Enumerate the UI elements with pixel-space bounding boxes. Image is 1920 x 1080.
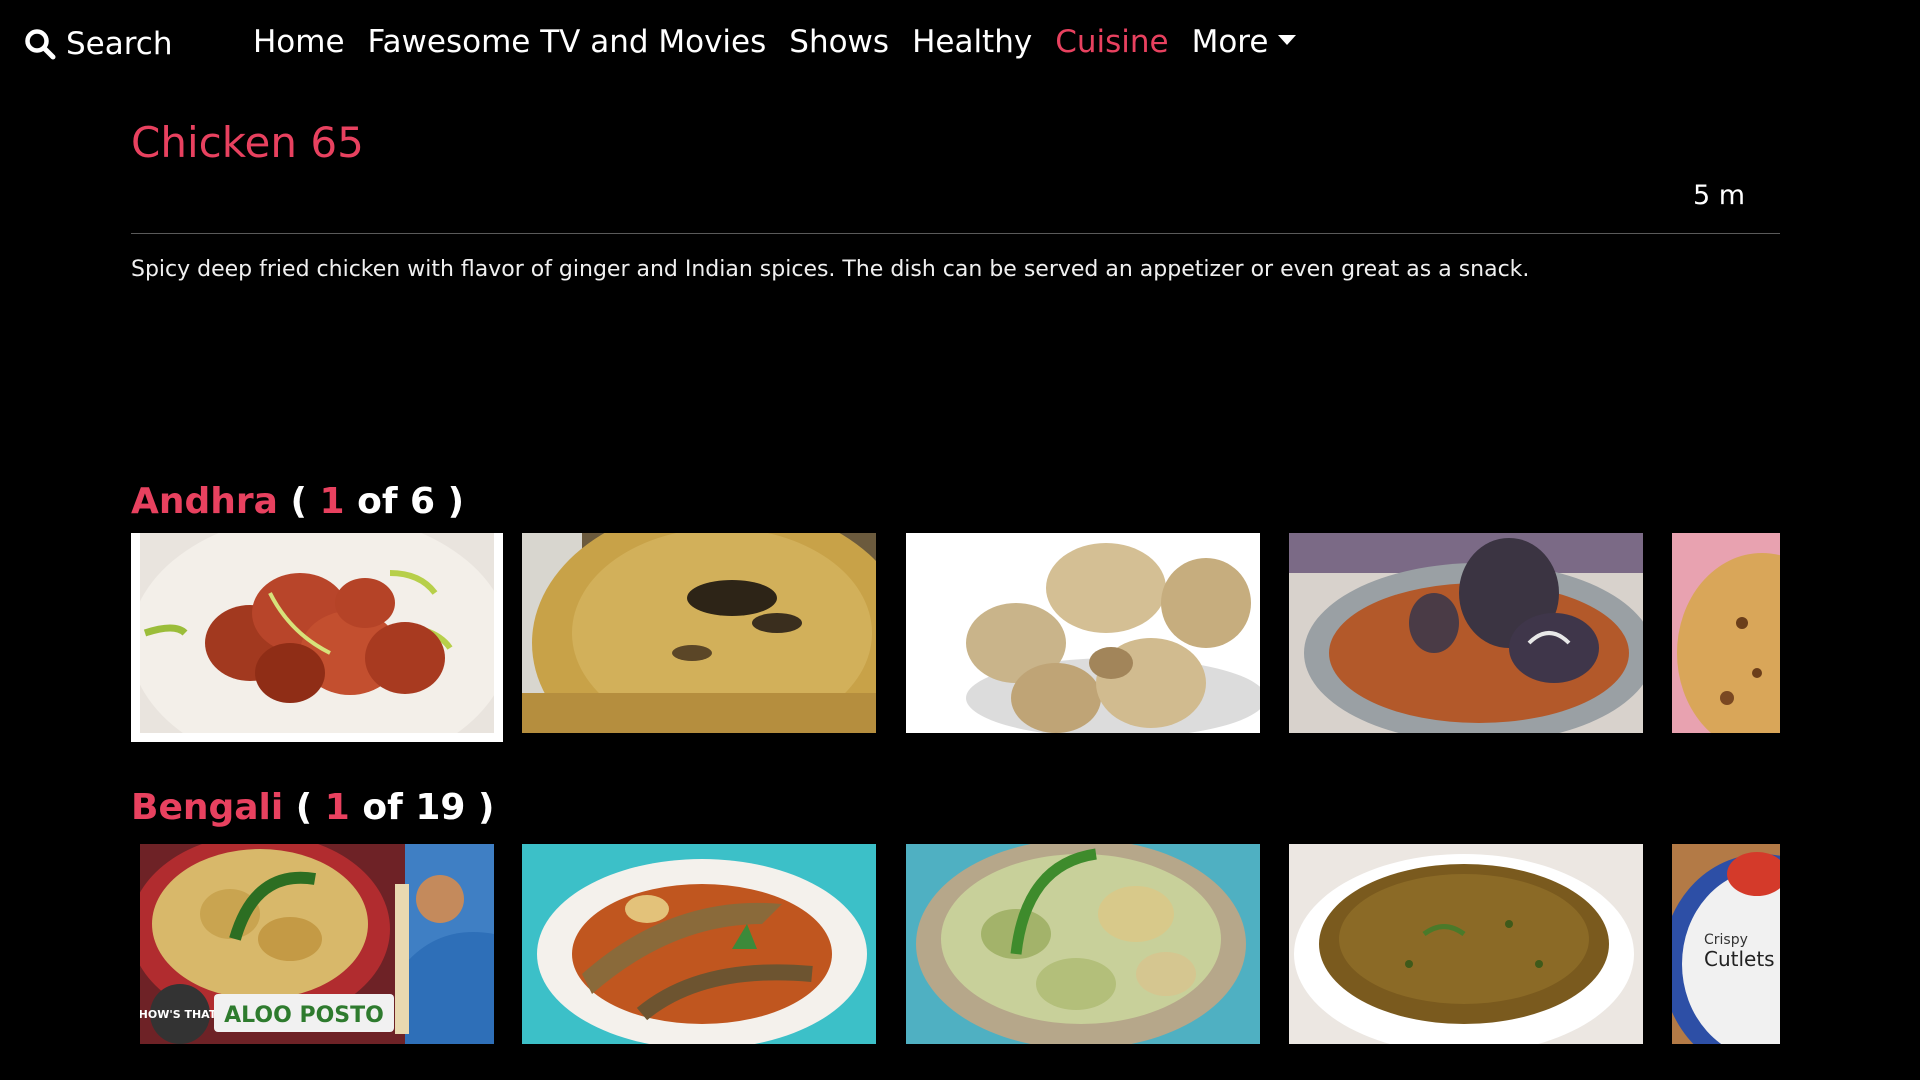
recipe-title: Chicken 65 — [131, 118, 364, 167]
nav-link-fawesome-tv-movies[interactable]: Fawesome TV and Movies — [368, 24, 767, 60]
nav-link-shows[interactable]: Shows — [789, 24, 889, 60]
row-of-total: of 6 — [357, 481, 436, 522]
food-image: Crispy Cutlets — [1672, 844, 1780, 1044]
nav-link-home[interactable]: Home — [253, 24, 345, 60]
row-index: 1 — [324, 787, 350, 828]
thumb-row-andhra — [131, 533, 1780, 743]
recipe-thumbnail[interactable] — [1672, 533, 1780, 733]
recipe-description: Spicy deep fried chicken with flavor of … — [131, 257, 1530, 282]
row-open-paren: ( — [295, 787, 313, 828]
recipe-thumbnail[interactable] — [131, 533, 503, 742]
recipe-thumbnail[interactable]: Crispy Cutlets — [1672, 844, 1780, 1044]
food-image — [906, 844, 1260, 1044]
recipe-thumbnail[interactable] — [1289, 533, 1643, 733]
food-image — [1289, 533, 1643, 733]
food-image — [522, 844, 876, 1044]
recipe-thumbnail[interactable] — [1289, 844, 1643, 1044]
food-image — [1672, 533, 1780, 733]
nav-link-more[interactable]: More — [1192, 24, 1297, 60]
recipe-thumbnail[interactable] — [522, 533, 876, 733]
thumb-badge-text: HOW'S THAT! — [140, 1008, 221, 1021]
thumb-caption-text: ALOO POSTO — [224, 1003, 384, 1028]
food-image — [1289, 844, 1643, 1044]
food-image — [906, 533, 1260, 733]
food-image — [522, 533, 876, 733]
thumb-caption-text: Crispy — [1704, 932, 1748, 948]
food-image: HOW'S THAT! ALOO POSTO — [140, 844, 494, 1044]
row-category: Andhra — [131, 481, 278, 522]
nav-link-more-label: More — [1191, 24, 1269, 60]
food-image — [140, 533, 494, 733]
row-open-paren: ( — [290, 481, 307, 522]
row-category: Bengali — [131, 787, 284, 828]
row-heading-bengali: Bengali ( 1 of 19 ) — [131, 787, 494, 828]
nav-link-cuisine[interactable]: Cuisine — [1055, 24, 1168, 60]
caret-down-icon — [1278, 34, 1297, 45]
recipe-thumbnail[interactable] — [906, 533, 1260, 733]
thumb-caption-text: Cutlets — [1704, 947, 1775, 971]
divider — [131, 233, 1780, 234]
search-button[interactable]: Search — [24, 26, 173, 62]
nav-link-healthy[interactable]: Healthy — [912, 24, 1032, 60]
nav-links: Home Fawesome TV and Movies Shows Health… — [253, 24, 1319, 60]
search-icon — [25, 29, 56, 60]
search-label: Search — [66, 26, 173, 62]
recipe-thumbnail[interactable]: HOW'S THAT! ALOO POSTO — [140, 844, 494, 1044]
recipe-thumbnail[interactable] — [906, 844, 1260, 1044]
row-close-paren: ) — [477, 787, 495, 828]
thumb-row-bengali: HOW'S THAT! ALOO POSTO Crispy Cutlets — [131, 844, 1780, 1054]
row-heading-andhra: Andhra ( 1 of 6 ) — [131, 481, 464, 522]
top-nav: Search Home Fawesome TV and Movies Shows… — [0, 0, 1920, 95]
row-close-paren: ) — [447, 481, 465, 522]
recipe-thumbnail[interactable] — [522, 844, 876, 1044]
row-index: 1 — [319, 481, 345, 522]
row-of-total: of 19 — [362, 787, 466, 828]
recipe-duration: 5 m — [1692, 180, 1745, 211]
